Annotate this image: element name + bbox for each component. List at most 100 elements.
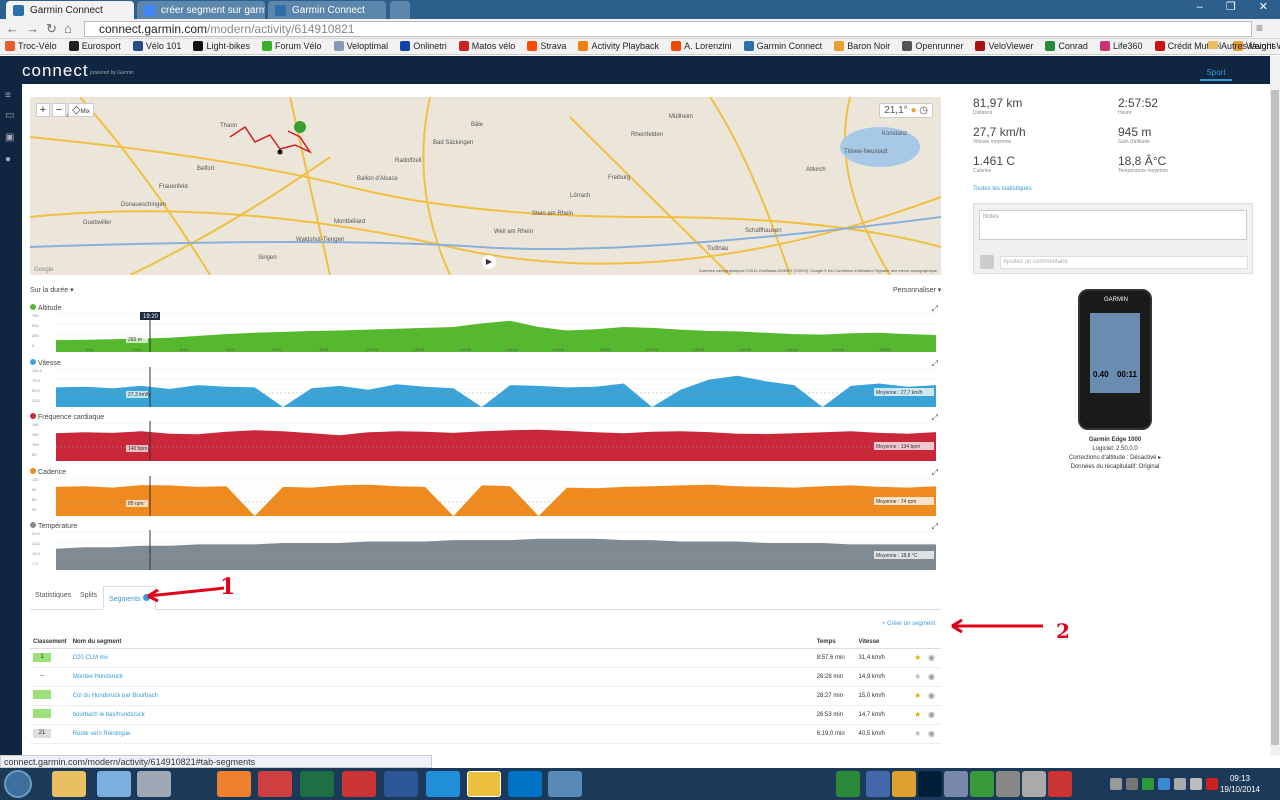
bookmark[interactable]: A. Lorenzini bbox=[671, 41, 732, 51]
bookmark[interactable]: Strava bbox=[527, 41, 566, 51]
app-tray-icon[interactable] bbox=[970, 771, 994, 797]
eye-icon[interactable]: ◉ bbox=[928, 729, 935, 738]
forward-icon[interactable]: → bbox=[26, 21, 39, 36]
chart-3[interactable]: Cadence ⤢ 120 90 60 30 85 rpm Moyenne : 74 rpm bbox=[30, 467, 942, 520]
media-player-icon[interactable] bbox=[217, 771, 251, 797]
network-icon[interactable] bbox=[1174, 778, 1186, 790]
chrome-icon[interactable] bbox=[467, 771, 501, 797]
tray-icon[interactable] bbox=[1142, 778, 1154, 790]
bookmark[interactable]: Garmin Connect bbox=[743, 41, 822, 51]
remote-desktop-icon[interactable] bbox=[548, 771, 582, 797]
devices-icon[interactable]: ▣ bbox=[5, 132, 17, 143]
bookmark[interactable]: Forum Vélo bbox=[262, 41, 322, 51]
notes-input[interactable]: Notes bbox=[979, 210, 1247, 240]
bookmark[interactable]: Life360 bbox=[1099, 41, 1143, 51]
eye-icon[interactable]: ◉ bbox=[928, 653, 935, 662]
segment-name-link[interactable]: D20 CLM Inv. bbox=[73, 655, 109, 661]
customize-dropdown[interactable]: Personnaliser ▾ bbox=[893, 286, 941, 294]
address-bar[interactable]: connect.garmin.com/modern/activity/61491… bbox=[84, 21, 1252, 37]
app-tray-icon[interactable] bbox=[1022, 771, 1046, 797]
eye-icon[interactable]: ◉ bbox=[928, 672, 935, 681]
star-icon[interactable]: ★ bbox=[914, 710, 921, 719]
browser-tab-garmin-active[interactable]: Garmin Connect bbox=[6, 1, 134, 19]
app-tray-icon[interactable] bbox=[1048, 771, 1072, 797]
app-tray-icon[interactable] bbox=[836, 771, 860, 797]
star-icon[interactable]: ★ bbox=[914, 672, 921, 681]
taskbar-clock[interactable]: 09:13 19/10/2014 bbox=[1220, 773, 1260, 795]
chart-2[interactable]: Fréquence cardiaque ⤢ 190 150 100 50 140 bpm Mo… bbox=[30, 413, 942, 465]
zoom-out-button[interactable]: − bbox=[52, 103, 66, 117]
connect-logo[interactable]: connect bbox=[22, 61, 89, 81]
antivirus-icon[interactable] bbox=[1206, 778, 1218, 790]
table-row[interactable]: 1 D20 CLM Inv. 8:57.6 min 31,4 km/h ★ ◉ bbox=[30, 648, 941, 668]
table-row[interactable]: – Montée Hundsruck 28:28 min 14,9 km/h ★ ◉ bbox=[30, 667, 941, 687]
create-segment-link[interactable]: + Créer un segment bbox=[882, 621, 935, 627]
sport-tab[interactable]: Sport bbox=[1200, 65, 1232, 81]
browser-tab-search[interactable]: créer segment sur garmi bbox=[137, 1, 265, 19]
col-rank[interactable]: Classement bbox=[30, 637, 70, 649]
star-icon[interactable]: ★ bbox=[914, 691, 921, 700]
explorer-icon[interactable] bbox=[52, 771, 86, 797]
scrollbar-thumb[interactable] bbox=[1271, 90, 1279, 745]
altitude-corrections[interactable]: Corrections d'altitude : Désactivé ▸ bbox=[1040, 454, 1190, 463]
playback-button[interactable]: ▶ bbox=[482, 255, 496, 269]
reload-icon[interactable]: ↻ bbox=[46, 21, 57, 37]
segment-name-link[interactable]: Montée Hundsruck bbox=[73, 674, 123, 680]
segment-name-link[interactable]: Route vers Reiningue bbox=[73, 731, 131, 737]
photoshop-icon[interactable] bbox=[918, 771, 942, 797]
volume-icon[interactable] bbox=[1190, 778, 1202, 790]
col-time[interactable]: Temps bbox=[813, 637, 856, 649]
bookmark[interactable]: Eurosport bbox=[68, 41, 121, 51]
tray-icon[interactable] bbox=[1126, 778, 1138, 790]
new-tab-button[interactable] bbox=[390, 1, 410, 19]
bookmark[interactable]: Openrunner bbox=[902, 41, 963, 51]
app-tray-icon[interactable] bbox=[892, 771, 916, 797]
tab-splits[interactable]: Splits bbox=[80, 592, 97, 599]
bookmark[interactable]: Baron Noir bbox=[834, 41, 890, 51]
table-row[interactable]: bourbach le bas/hundsruck 26:53 min 14,7 k… bbox=[30, 705, 941, 725]
bookmark[interactable]: Veloptimal bbox=[333, 41, 388, 51]
bookmark[interactable]: Light-bikes bbox=[193, 41, 250, 51]
segment-name-link[interactable]: bourbach le bas/hundsruck bbox=[73, 712, 145, 718]
tray-icon[interactable] bbox=[1110, 778, 1122, 790]
tab-statistics[interactable]: Statistiques bbox=[35, 592, 71, 599]
col-name[interactable]: Nom du segment bbox=[69, 637, 814, 649]
chrome-alt-icon[interactable] bbox=[258, 771, 292, 797]
all-stats-link[interactable]: Toutes les statistiques bbox=[973, 186, 1032, 192]
excel-icon[interactable] bbox=[300, 771, 334, 797]
bookmark[interactable]: Matos vélo bbox=[458, 41, 515, 51]
comment-input[interactable]: Ajoutez un commentaire bbox=[1000, 256, 1248, 269]
browser-tab-garmin-2[interactable]: Garmin Connect bbox=[268, 1, 386, 19]
internet-explorer-icon[interactable] bbox=[426, 771, 460, 797]
paint-icon[interactable] bbox=[342, 771, 376, 797]
bookmark[interactable]: Vélo 101 bbox=[132, 41, 181, 51]
bookmark[interactable]: VeloViewer bbox=[975, 41, 1033, 51]
inbox-icon[interactable]: ▭ bbox=[5, 110, 17, 121]
star-icon[interactable]: ★ bbox=[914, 653, 921, 662]
eye-icon[interactable]: ◉ bbox=[928, 710, 935, 719]
table-row[interactable]: Col du Hundsruck par Bourbach 28:27 min 15… bbox=[30, 686, 941, 706]
home-icon[interactable]: ⌂ bbox=[64, 21, 72, 36]
window-controls[interactable]: – ❐ ✕ bbox=[1197, 0, 1278, 13]
profile-icon[interactable]: ● bbox=[5, 154, 17, 165]
word-icon[interactable] bbox=[384, 771, 418, 797]
col-speed[interactable]: Vitesse bbox=[855, 637, 912, 649]
start-button[interactable] bbox=[4, 770, 32, 798]
star-icon[interactable]: ★ bbox=[914, 729, 921, 738]
app-tray-icon[interactable] bbox=[996, 771, 1020, 797]
bookmark[interactable]: Troc-Vélo bbox=[5, 41, 57, 51]
eye-icon[interactable]: ◉ bbox=[928, 691, 935, 700]
segment-name-link[interactable]: Col du Hundsruck par Bourbach bbox=[73, 693, 158, 699]
zoom-in-button[interactable]: + bbox=[36, 103, 50, 117]
end-marker-icon[interactable] bbox=[277, 149, 283, 155]
printer-icon[interactable] bbox=[137, 771, 171, 797]
tray-icon[interactable] bbox=[1158, 778, 1170, 790]
table-row[interactable]: 21 Route vers Reiningue 6:19,0 min 40,5 km/… bbox=[30, 724, 941, 744]
chart-4[interactable]: Température ⤢ 30,0 22,5 15,0 7,5 Moyenne : 18,… bbox=[30, 522, 942, 574]
bookmark[interactable]: Activity Playback bbox=[578, 41, 659, 51]
calculator-icon[interactable] bbox=[97, 771, 131, 797]
hamburger-menu-icon[interactable]: ≡ bbox=[5, 90, 17, 101]
bookmark[interactable]: Conrad bbox=[1045, 41, 1088, 51]
back-icon[interactable]: ← bbox=[6, 21, 19, 36]
app-tray-icon[interactable] bbox=[944, 771, 968, 797]
